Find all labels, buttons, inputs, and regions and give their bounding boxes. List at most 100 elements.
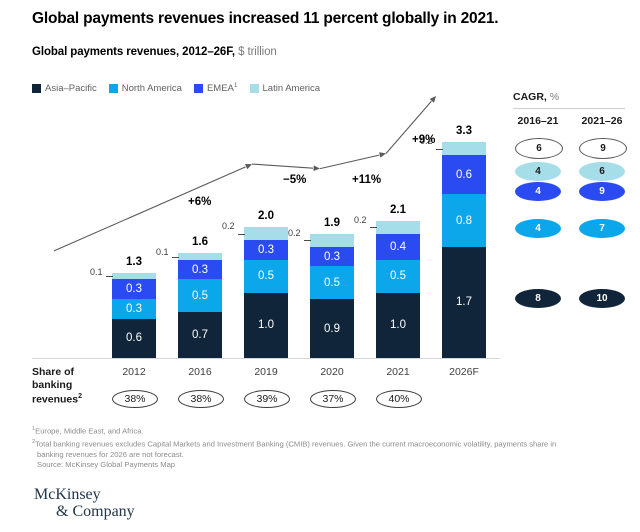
- legend-item: EMEA1: [193, 82, 238, 95]
- cagr-divider: [513, 108, 625, 109]
- segment-value: 0.3: [126, 283, 142, 296]
- growth-arrow-line: [53, 166, 246, 252]
- bar-segment[interactable]: 0.6: [442, 155, 486, 195]
- x-axis-label: 2026F: [449, 366, 479, 378]
- bar-segment[interactable]: 0.9: [310, 299, 354, 358]
- bar-segment[interactable]: 1.0: [376, 292, 420, 358]
- x-axis-label: 2020: [320, 366, 344, 378]
- segment-value-callout: 0.1: [156, 247, 169, 258]
- segment-value: 0.6: [456, 168, 472, 181]
- x-axis-label: 2012: [122, 366, 146, 378]
- share-of-banking-revenues-pill: 40%: [376, 390, 422, 408]
- growth-rate-label: +6%: [188, 196, 212, 208]
- legend-label: North America: [121, 82, 182, 94]
- bar-segment[interactable]: 0.5: [178, 279, 222, 313]
- logo-line2: & Company: [56, 503, 135, 520]
- bar-segment[interactable]: 0.6: [112, 318, 156, 358]
- share-of-banking-revenues-pill: 38%: [178, 390, 224, 408]
- bar-segment[interactable]: 0.8: [442, 194, 486, 247]
- bar-segment[interactable]: [376, 220, 420, 234]
- segment-value: 1.0: [390, 319, 406, 332]
- bar-segment[interactable]: 0.3: [112, 299, 156, 319]
- bar-segment[interactable]: [244, 227, 288, 241]
- segment-value: 0.9: [324, 322, 340, 335]
- bar-total-label: 1.6: [192, 236, 208, 249]
- x-axis-label: 2016: [188, 366, 212, 378]
- growth-arrow-head-icon: [245, 164, 252, 170]
- cagr-pill-total: 9: [579, 138, 627, 159]
- cagr-title-text: CAGR,: [513, 91, 547, 103]
- legend-swatch-icon: [108, 83, 118, 93]
- share-of-banking-revenues-pill: 39%: [244, 390, 290, 408]
- legend-item: Asia–Pacific: [32, 83, 97, 94]
- callout-leader-line: [238, 233, 245, 235]
- segment-value: 0.3: [258, 243, 274, 256]
- bar-total-label: 2.0: [258, 210, 274, 223]
- cagr-column-header: 2016–21: [517, 115, 559, 127]
- growth-rate-label: +9%: [412, 134, 436, 146]
- bar-segment[interactable]: 0.7: [178, 312, 222, 358]
- legend-item: North America: [108, 82, 182, 94]
- footnote-line: banking revenues for 2026 are not foreca…: [32, 450, 618, 460]
- share-of-banking-revenues-pill: 37%: [310, 390, 356, 408]
- cagr-pill-asia-pacific: 8: [515, 289, 561, 308]
- cagr-pill-north-america: 4: [515, 219, 561, 238]
- bar-segment[interactable]: 0.5: [244, 259, 288, 293]
- share-of-banking-revenues-label: Share of banking revenues2: [32, 366, 110, 406]
- cagr-column-header: 2021–26: [581, 115, 623, 127]
- cagr-pill-emea: 9: [579, 182, 625, 201]
- segment-value: 0.5: [192, 289, 208, 302]
- bar-segment[interactable]: 1.7: [442, 246, 486, 358]
- footnote-text: Total banking revenues excludes Capital …: [35, 439, 557, 449]
- bar-segment[interactable]: 0.5: [310, 266, 354, 300]
- bar-segment[interactable]: 0.3: [112, 279, 156, 300]
- mckinsey-logo: McKinsey & Company: [34, 486, 135, 520]
- footnote-line: Source: McKinsey Global Payments Map: [32, 460, 618, 470]
- growth-arrow-head-icon: [429, 96, 436, 103]
- callout-leader-line: [172, 256, 179, 258]
- segment-value: 0.3: [324, 250, 340, 263]
- chart-page: Global payments revenues increased 11 pe…: [0, 0, 640, 532]
- x-axis-label: 2021: [386, 366, 410, 378]
- cagr-pill-latin-america: 4: [515, 162, 561, 181]
- growth-arrow-line: [319, 154, 380, 170]
- legend-swatch-icon: [193, 83, 203, 93]
- bar-segment[interactable]: 0.3: [310, 246, 354, 267]
- bar-segment[interactable]: 0.5: [376, 259, 420, 293]
- segment-value-callout: 0.2: [222, 221, 235, 232]
- bar-total-label: 2.1: [390, 203, 406, 216]
- bar-segment[interactable]: [310, 233, 354, 247]
- bar-total-label: 1.9: [324, 216, 340, 229]
- segment-value: 0.5: [390, 270, 406, 283]
- segment-value-callout: 0.2: [354, 214, 367, 225]
- chart-legend: Asia–Pacific North America EMEA1 Latin Amer…: [32, 82, 326, 94]
- subtitle-main: Global payments revenues, 2012–26F,: [32, 46, 235, 58]
- segment-value-callout: 0.1: [90, 266, 103, 277]
- legend-swatch-icon: [32, 83, 41, 93]
- legend-footnote-marker: 1: [233, 82, 238, 89]
- bar-segment[interactable]: 1.0: [244, 292, 288, 358]
- growth-arrow-line: [251, 163, 314, 169]
- bar-segment[interactable]: 0.4: [376, 233, 420, 260]
- share-of-banking-revenues-pill: 38%: [112, 390, 158, 408]
- share-label-line3: revenues: [32, 393, 79, 406]
- footnote-text: banking revenues for 2026 are not foreca…: [37, 449, 184, 459]
- bar-segment[interactable]: 0.3: [244, 240, 288, 260]
- callout-leader-line: [370, 227, 377, 229]
- bar-segment[interactable]: 0.3: [178, 259, 222, 280]
- legend-swatch-icon: [249, 83, 259, 93]
- footnote-line: 1Europe, Middle East, and Africa.: [32, 424, 618, 437]
- bar-segment[interactable]: [442, 142, 486, 156]
- segment-value: 0.5: [258, 270, 274, 283]
- bar-segment[interactable]: [112, 272, 156, 280]
- chart-subtitle: Global payments revenues, 2012–26F, $ tr…: [32, 46, 277, 58]
- legend-item: Latin America: [249, 83, 320, 94]
- legend-label: Asia–Pacific: [45, 82, 97, 94]
- legend-label: EMEA1: [206, 82, 238, 95]
- segment-value: 0.3: [126, 302, 142, 315]
- cagr-pill-emea: 4: [515, 182, 561, 201]
- cagr-pill-asia-pacific: 10: [579, 289, 625, 308]
- segment-value: 0.8: [456, 214, 472, 227]
- x-axis-label: 2019: [254, 366, 278, 378]
- bar-segment[interactable]: [178, 253, 222, 260]
